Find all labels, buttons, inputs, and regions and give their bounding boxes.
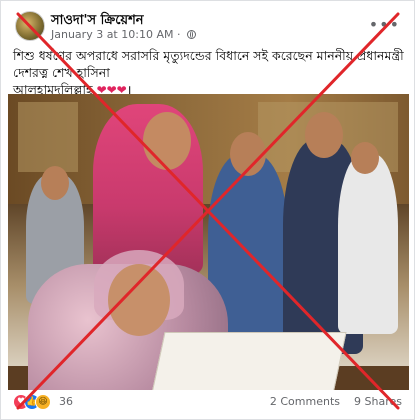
post-text: শিশু ধর্ষণের অপরাধে সরাসরি মৃত্যুদন্ডের … — [13, 47, 408, 99]
photo-signing-book — [151, 332, 347, 390]
page-avatar[interactable] — [15, 11, 45, 41]
photo-wall-panel — [18, 102, 78, 172]
post-photo[interactable] — [8, 94, 409, 390]
more-options-icon[interactable]: ••• — [369, 15, 400, 34]
comments-count[interactable]: 2 Comments — [270, 395, 340, 408]
globe-icon — [186, 30, 196, 39]
photo-person-head — [230, 132, 266, 176]
photo-person-right — [338, 154, 398, 334]
photo-standing-woman-head — [143, 112, 191, 170]
photo-person-head — [351, 142, 379, 174]
reaction-count[interactable]: 36 — [59, 395, 73, 408]
post-meta: January 3 at 10:10 AM · — [51, 28, 196, 41]
photo-person-head — [41, 166, 69, 200]
haha-reaction-icon: 😆 — [35, 394, 51, 410]
facebook-post-card: সাওদা'স ক্রিয়েশন January 3 at 10:10 AM … — [0, 0, 415, 420]
photo-seated-woman-head — [108, 264, 170, 336]
post-header: সাওদা'স ক্রিয়েশন January 3 at 10:10 AM … — [13, 9, 402, 43]
meta-separator: · — [173, 28, 184, 41]
reaction-bar: ♥ 👍 😆 36 2 Comments 9 Shares — [13, 392, 402, 412]
photo-person-head — [305, 112, 343, 158]
post-text-line1: শিশু ধর্ষণের অপরাধে সরাসরি মৃত্যুদন্ডের … — [13, 48, 404, 80]
post-date[interactable]: January 3 at 10:10 AM — [51, 28, 173, 41]
shares-count[interactable]: 9 Shares — [354, 395, 402, 408]
